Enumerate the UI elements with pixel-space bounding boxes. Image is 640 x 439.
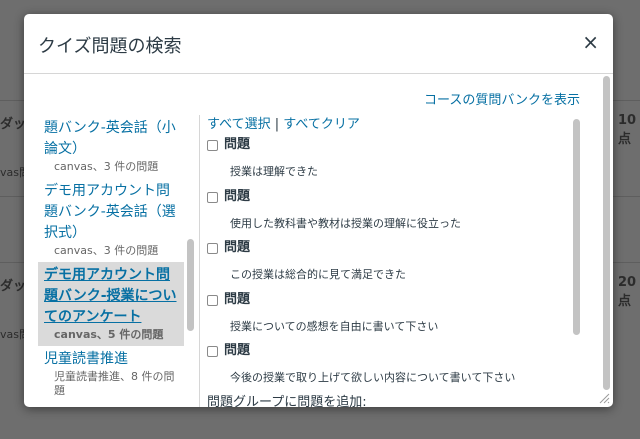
question-checkbox[interactable] xyxy=(207,191,218,203)
question-item: 問題 授業は理解できた xyxy=(207,135,577,187)
question-text: 授業についての感想を自由に書いて下さい xyxy=(230,319,439,333)
question-title: 問題 xyxy=(224,188,251,204)
link-separator: | xyxy=(274,117,280,132)
selection-links: すべて選択 | すべてクリア xyxy=(207,115,577,135)
bank-name[interactable]: 題バンク-英会話（小論文） xyxy=(44,118,178,160)
question-item: 問題 この授業は総合的に見て満足できた xyxy=(207,238,577,290)
question-title: 問題 xyxy=(224,291,251,307)
question-text: 今後の授業で取り上げて欲しい内容について書いて下さい xyxy=(230,371,516,384)
question-text: この授業は総合的に見て満足できた xyxy=(230,268,406,281)
dialog-title: クイズ問題の検索 xyxy=(38,36,182,57)
question-checkbox[interactable] xyxy=(207,243,218,254)
add-to-group-label: 問題グループに問題を追加: xyxy=(207,394,367,408)
bank-meta: canvas、5 件の問題 xyxy=(54,328,164,341)
scrollbar-thumb[interactable] xyxy=(603,76,610,390)
bank-name[interactable]: デモ用アカウント問題バンク-授業についてのアンケート xyxy=(44,265,178,328)
question-text: 使用した教科書や教材は授業の理解に役立った xyxy=(230,216,461,230)
question-list: すべて選択 | すべてクリア 問題 授業は理解できた 問題 使用した教科書や教材… xyxy=(207,115,577,407)
bank-name[interactable]: 児童読書推進 xyxy=(44,349,178,370)
question-bank-list: 題バンク-英会話（小論文） canvas、3 件の問題 デモ用アカウント問題バン… xyxy=(38,115,184,407)
bg-row-points: 20 点 xyxy=(618,275,637,309)
scrollbar-thumb[interactable] xyxy=(187,239,194,331)
bg-row-title: ダッ xyxy=(0,117,27,132)
bank-item[interactable]: 児童読書推進 児童読書推進、8 件の問題 xyxy=(38,346,184,402)
question-title: 問題 xyxy=(224,343,251,358)
clear-all-link[interactable]: すべてクリア xyxy=(283,117,360,132)
bank-list-scrollbar[interactable] xyxy=(186,115,196,407)
question-title: 問題 xyxy=(224,240,251,255)
question-checkbox[interactable] xyxy=(207,294,218,306)
bank-item[interactable]: デモ用アカウント問題バンク-英会話（選択式） canvas、3 件の問題 xyxy=(38,178,184,262)
bg-row-points: 10 点 xyxy=(618,113,637,147)
question-item: 問題 使用した教科書や教材は授業の理解に役立った xyxy=(207,187,577,239)
bank-meta: 児童読書推進、8 件の問題 xyxy=(54,370,175,397)
question-list-scrollbar[interactable] xyxy=(572,115,582,387)
question-text: 授業は理解できた xyxy=(230,165,318,178)
question-title: 問題 xyxy=(224,137,251,152)
find-question-dialog: クイズ問題の検索 × コースの質問バンクを表示 題バンク-英会話（小論文） ca… xyxy=(24,14,613,407)
select-all-link[interactable]: すべて選択 xyxy=(207,117,271,132)
bank-meta: canvas、3 件の問題 xyxy=(54,244,159,257)
scrollbar-thumb[interactable] xyxy=(573,119,580,335)
bank-name[interactable]: デモ用アカウント問題バンク-英会話（選択式） xyxy=(44,181,178,244)
resize-grip-icon[interactable] xyxy=(598,392,610,404)
bg-row-title: ダッ xyxy=(0,279,27,294)
bank-item[interactable]: 題バンク-英会話（小論文） canvas、3 件の問題 xyxy=(38,115,184,178)
pane-divider xyxy=(199,115,200,407)
question-item: 問題 今後の授業で取り上げて欲しい内容について書いて下さい xyxy=(207,341,577,393)
dialog-scrollbar[interactable] xyxy=(601,74,612,392)
bank-meta: canvas、3 件の問題 xyxy=(54,160,159,173)
question-checkbox[interactable] xyxy=(207,346,218,357)
dialog-body: コースの質問バンクを表示 題バンク-英会話（小論文） canvas、3 件の問題… xyxy=(24,75,613,407)
question-item: 問題 授業についての感想を自由に書いて下さい xyxy=(207,290,577,342)
bank-item-selected[interactable]: デモ用アカウント問題バンク-授業についてのアンケート canvas、5 件の問題 xyxy=(38,262,184,346)
dialog-header: クイズ問題の検索 × xyxy=(24,14,613,74)
close-icon[interactable]: × xyxy=(582,30,599,54)
show-course-bank-link[interactable]: コースの質問バンクを表示 xyxy=(424,89,580,108)
question-checkbox[interactable] xyxy=(207,140,218,151)
